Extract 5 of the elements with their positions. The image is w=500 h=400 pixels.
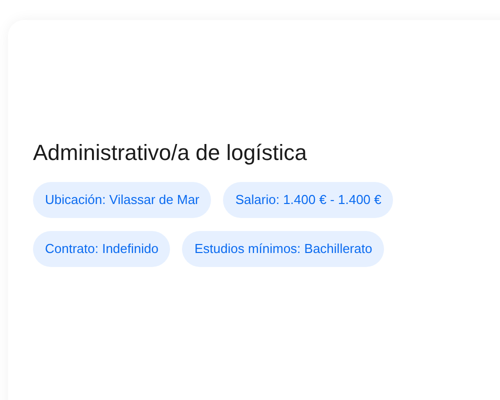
job-title: Administrativo/a de logística xyxy=(33,139,308,167)
tag: Contrato: Indefinido xyxy=(33,231,170,267)
tag: Estudios mínimos: Bachillerato xyxy=(182,231,384,267)
tag: Salario: 1.400 € - 1.400 € xyxy=(223,182,394,218)
tag: Ubicación: Vilassar de Mar xyxy=(33,182,212,218)
